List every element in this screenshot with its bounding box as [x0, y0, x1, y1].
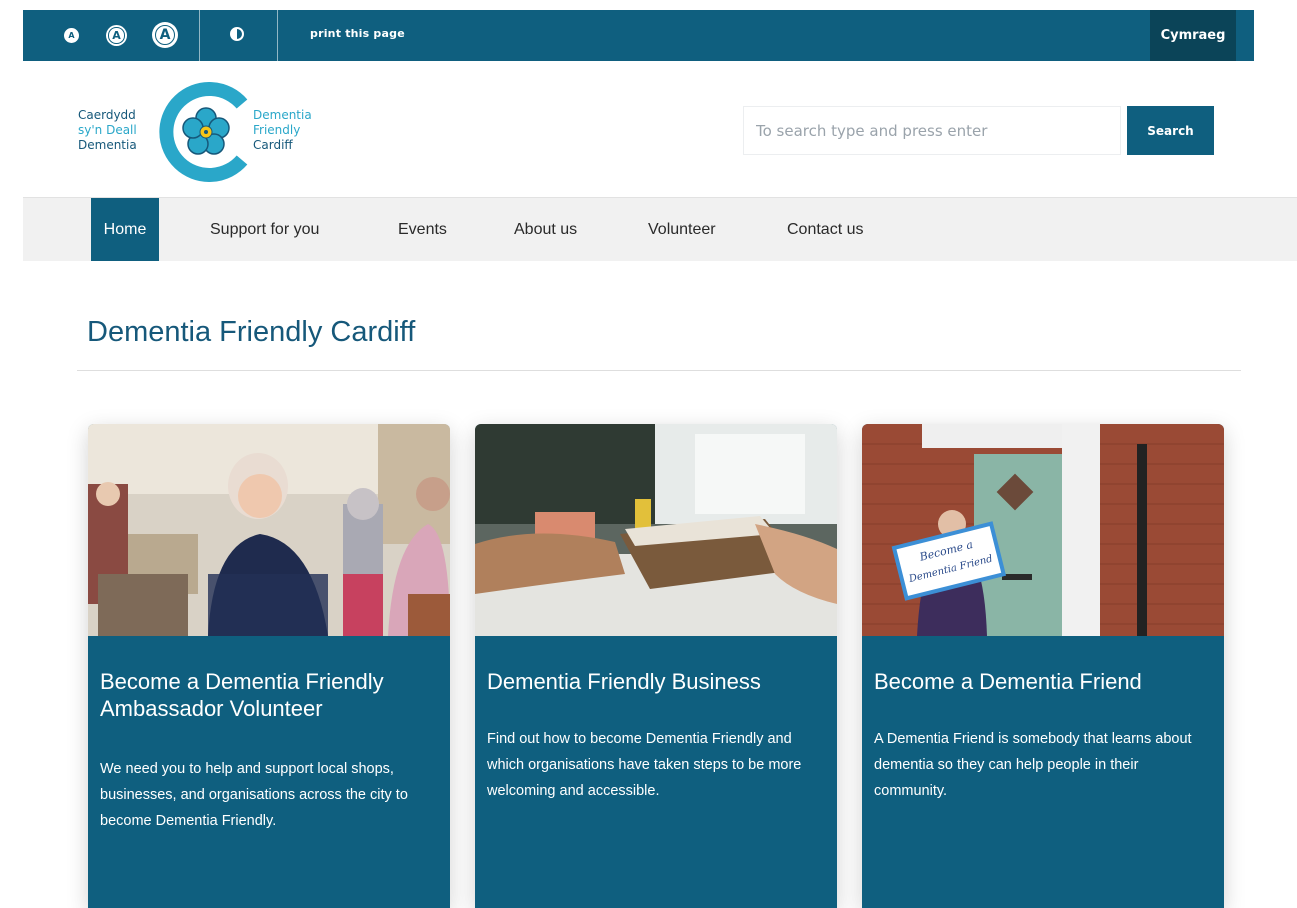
card-description: A Dementia Friend is somebody that learn… — [874, 731, 1192, 799]
search-input[interactable] — [743, 106, 1121, 155]
card-title: Become a Dementia Friend — [874, 669, 1142, 694]
logo-english-text: Dementia Friendly Cardiff — [253, 108, 312, 153]
text-size-large-button[interactable]: A — [152, 22, 178, 48]
card-photo-shop-counter — [475, 424, 837, 636]
text-size-small-label: A — [68, 31, 75, 40]
logo-welsh-line: sy'n Deall — [78, 123, 137, 137]
card-ambassador-volunteer[interactable]: Become a Dementia Friendly Ambassador Vo… — [88, 424, 450, 908]
site-logo[interactable]: Caerdydd sy'n Deall Dementia Dementia Fr… — [78, 82, 348, 182]
card-dementia-friendly-business[interactable]: Dementia Friendly Business Find out how … — [475, 424, 837, 908]
logo-welsh-line: Caerdydd — [78, 108, 136, 122]
logo-welsh-text: Caerdydd sy'n Deall Dementia — [78, 108, 137, 153]
page-title: Dementia Friendly Cardiff — [87, 316, 416, 348]
text-size-large-icon: A — [154, 24, 176, 46]
logo-welsh-line: Dementia — [78, 138, 137, 152]
logo-english-line: Friendly — [253, 123, 301, 137]
nav-item-home[interactable]: Home — [91, 198, 159, 261]
print-page-link[interactable]: print this page — [310, 27, 405, 40]
main-navigation: Home Support for you Events About us Vol… — [23, 197, 1297, 261]
topbar-divider — [277, 10, 278, 61]
nav-item-about-us[interactable]: About us — [514, 198, 577, 261]
text-size-large-label: A — [159, 26, 171, 43]
text-size-small-button[interactable]: A — [64, 28, 79, 43]
language-toggle-button[interactable]: Cymraeg — [1150, 10, 1236, 61]
card-become-dementia-friend[interactable]: Become a Dementia Friend Become a Dement… — [862, 424, 1224, 908]
nav-item-contact-us[interactable]: Contact us — [787, 198, 863, 261]
title-divider — [77, 370, 1241, 371]
card-description: We need you to help and support local sh… — [100, 761, 408, 829]
logo-english-line: Dementia — [253, 108, 312, 122]
card-title: Become a Dementia Friendly Ambassador Vo… — [100, 669, 384, 721]
topbar-divider — [199, 10, 200, 61]
card-photo-community-group — [88, 424, 450, 636]
text-size-medium-icon: A — [108, 27, 125, 44]
logo-english-line: Cardiff — [253, 138, 293, 152]
text-size-medium-label: A — [112, 29, 121, 42]
card-title: Dementia Friendly Business — [487, 669, 761, 694]
nav-item-support-for-you[interactable]: Support for you — [210, 198, 319, 261]
card-description: Find out how to become Dementia Friendly… — [487, 731, 802, 799]
nav-item-events[interactable]: Events — [398, 198, 447, 261]
nav-item-volunteer[interactable]: Volunteer — [648, 198, 716, 261]
card-photo-woman-with-sign: Become a Dementia Friend — [862, 424, 1224, 636]
search-button[interactable]: Search — [1127, 106, 1214, 155]
accessibility-bar: A A A print this page Cymraeg — [23, 10, 1254, 61]
forget-me-not-flower-icon — [159, 82, 248, 182]
text-size-medium-button[interactable]: A — [106, 25, 127, 46]
contrast-icon[interactable] — [230, 27, 244, 41]
